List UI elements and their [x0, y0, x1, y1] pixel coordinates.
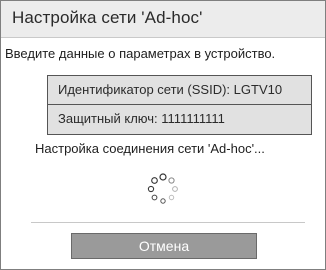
security-key-row: Защитный ключ: 1111111111 [48, 105, 311, 133]
security-key-text: Защитный ключ: 1111111111 [58, 111, 225, 126]
divider [31, 222, 305, 223]
network-info-box: Идентификатор сети (SSID): LGTV10 Защитн… [47, 75, 312, 135]
ssid-row: Идентификатор сети (SSID): LGTV10 [48, 76, 311, 105]
status-text: Настройка соединения сети 'Ad-hoc'... [35, 141, 265, 156]
adhoc-setup-dialog: Настройка сети 'Ad-hoc' Введите данные о… [0, 0, 326, 270]
ssid-text: Идентификатор сети (SSID): LGTV10 [58, 82, 283, 97]
dialog-title-bar: Настройка сети 'Ad-hoc' [1, 1, 325, 38]
instruction-text: Введите данные о параметрах в устройство… [5, 46, 276, 61]
loading-spinner-icon [147, 173, 178, 204]
cancel-button[interactable]: Отмена [71, 233, 257, 259]
dialog-title: Настройка сети 'Ad-hoc' [12, 8, 203, 27]
